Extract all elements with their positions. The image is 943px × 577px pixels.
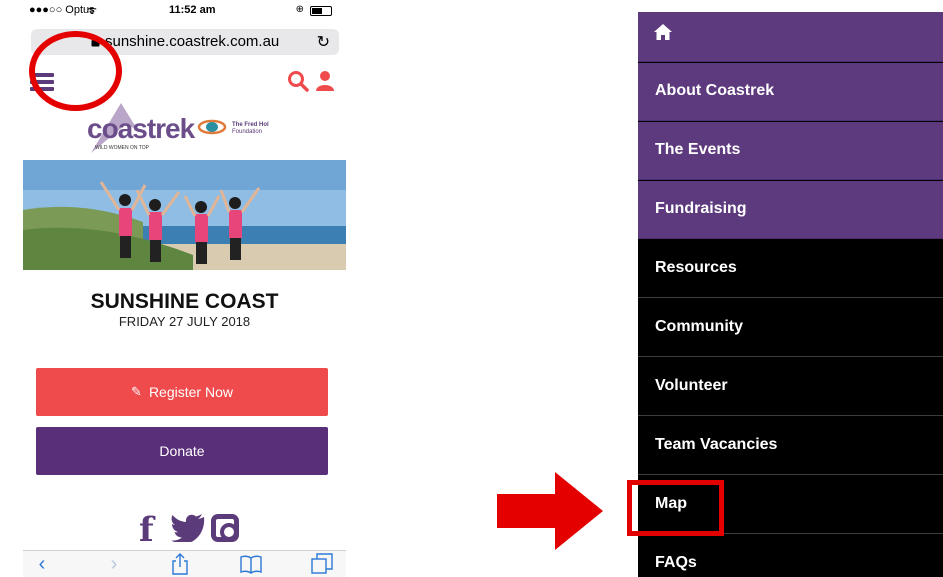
edit-icon: ✎ <box>131 384 142 399</box>
event-date: FRIDAY 27 JULY 2018 <box>118 314 251 329</box>
nav-item-team-vacancies[interactable]: Team Vacancies <box>638 417 943 475</box>
wifi-icon: ᯤ <box>87 5 98 17</box>
register-now-label: Register Now <box>148 384 233 400</box>
nav-item-label: Community <box>655 318 743 335</box>
twitter-icon[interactable] <box>171 514 205 542</box>
donate-label: Donate <box>159 443 205 459</box>
facebook-icon[interactable]: f <box>139 510 154 550</box>
hero-image <box>23 160 346 270</box>
nav-item-faqs[interactable]: FAQs <box>638 535 943 577</box>
coastrek-logo[interactable]: coastrek WILD WOMEN ON TOP The Fred Hol … <box>87 103 287 155</box>
partner-name: The Fred Hol Foundation <box>232 122 269 135</box>
register-now-button[interactable]: ✎ Register Now <box>36 368 328 416</box>
nav-item-label: Fundraising <box>655 200 747 217</box>
url-text[interactable]: sunshine.coastrek.com.au <box>105 33 279 50</box>
carrier-label: ●●●○○ Optus <box>29 4 95 16</box>
map-highlight-box <box>627 480 724 536</box>
instagram-icon[interactable] <box>211 514 239 542</box>
nav-item-label: FAQs <box>655 554 697 571</box>
nav-item-fundraising[interactable]: Fundraising <box>638 181 943 239</box>
logo-wordmark: coastrek <box>87 113 195 144</box>
back-icon[interactable]: ‹ <box>31 553 53 575</box>
nav-item-community[interactable]: Community <box>638 299 943 357</box>
phone-screenshot: ●●●○○ Optus ᯤ 11:52 am ⊕ sunshine.coastr… <box>23 0 346 577</box>
social-links: f <box>139 510 249 550</box>
logo-tagline: WILD WOMEN ON TOP <box>95 145 149 151</box>
donate-button[interactable]: Donate <box>36 427 328 475</box>
clock-label: 11:52 am <box>169 4 216 16</box>
right-arrow-icon <box>497 472 603 550</box>
forward-icon[interactable]: › <box>103 553 125 575</box>
battery-icon <box>310 6 332 16</box>
home-icon <box>654 24 672 40</box>
nav-item-label: Team Vacancies <box>655 436 778 453</box>
fred-hollows-logo-icon <box>197 119 227 135</box>
nav-item-the-events[interactable]: The Events <box>638 122 943 180</box>
nav-item-home[interactable] <box>638 12 943 62</box>
event-title: SUNSHINE COAST <box>90 290 279 313</box>
nav-item-label: The Events <box>655 141 741 158</box>
reload-icon[interactable]: ↻ <box>317 32 330 52</box>
status-bar: ●●●○○ Optus ᯤ 11:52 am ⊕ <box>23 0 346 22</box>
user-icon[interactable] <box>315 70 335 92</box>
nav-item-label: Volunteer <box>655 377 728 394</box>
nav-item-about-coastrek[interactable]: About Coastrek <box>638 63 943 121</box>
search-icon[interactable] <box>287 70 309 92</box>
nav-item-label: About Coastrek <box>655 82 775 99</box>
orientation-lock-icon: ⊕ <box>295 4 304 15</box>
bookmarks-icon[interactable] <box>240 553 262 575</box>
nav-item-resources[interactable]: Resources <box>638 240 943 298</box>
browser-toolbar: ‹ › <box>23 550 346 577</box>
tabs-icon[interactable] <box>311 553 333 575</box>
share-icon[interactable] <box>169 553 191 575</box>
nav-item-volunteer[interactable]: Volunteer <box>638 358 943 416</box>
nav-item-label: Resources <box>655 259 737 276</box>
menu-highlight-circle <box>29 31 122 111</box>
